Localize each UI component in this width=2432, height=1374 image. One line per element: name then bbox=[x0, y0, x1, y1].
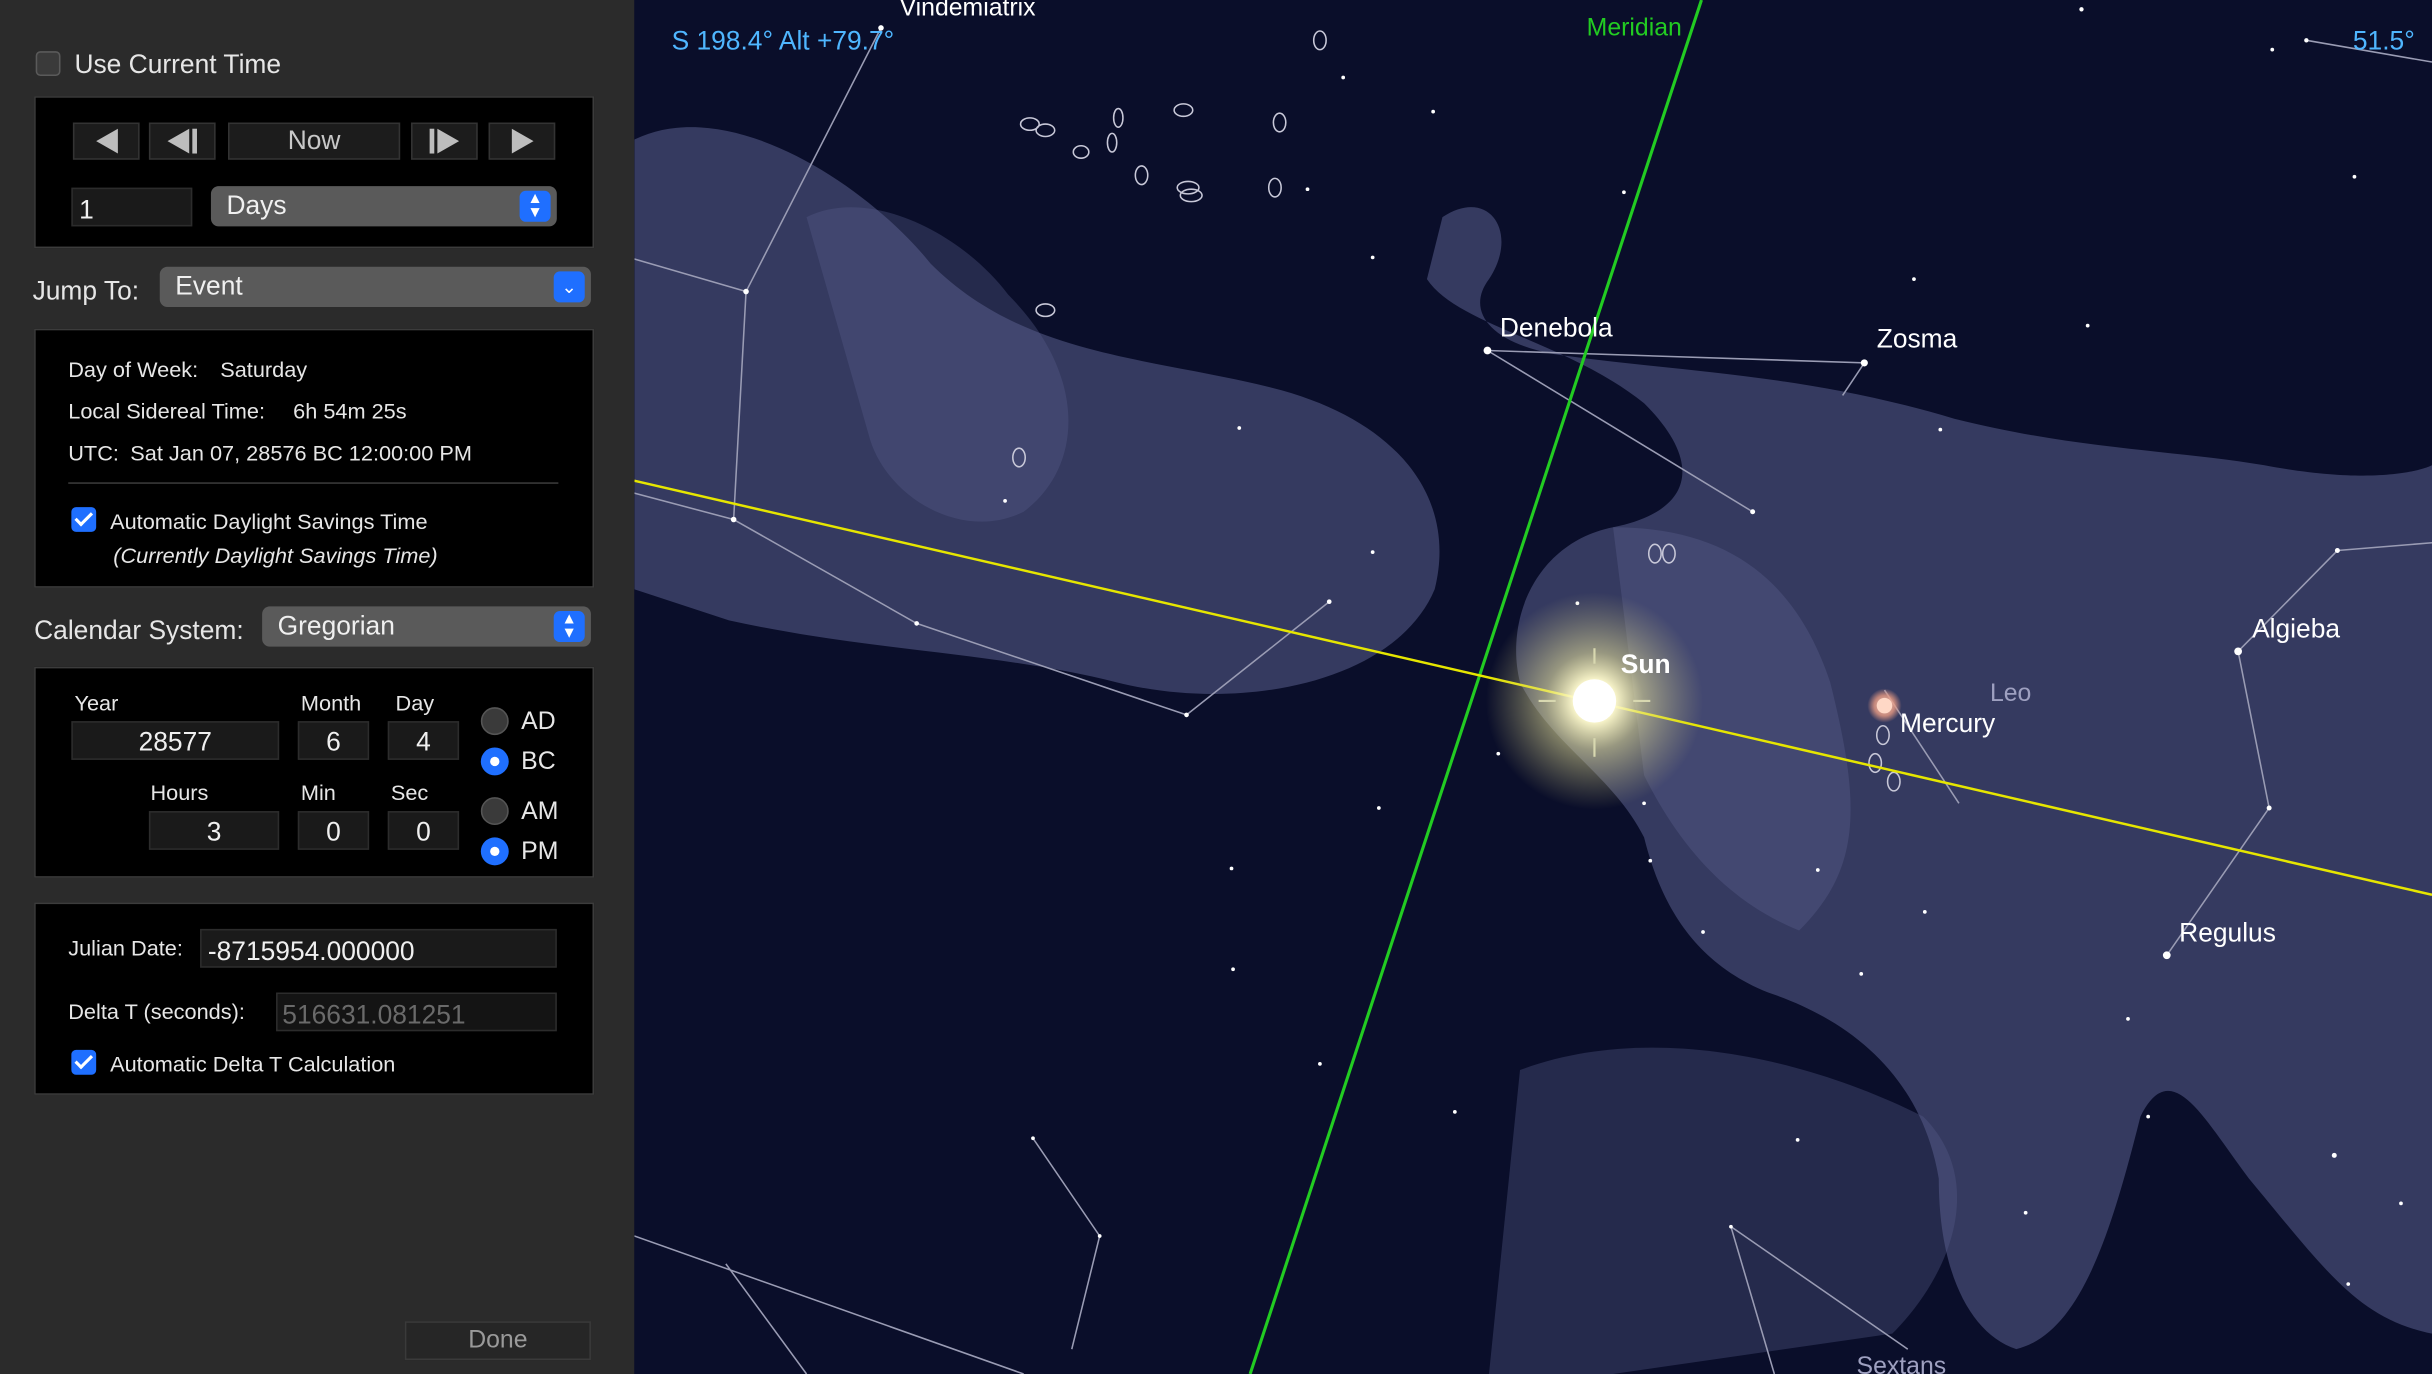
use-current-time-checkbox[interactable] bbox=[35, 51, 61, 76]
am-radio[interactable] bbox=[480, 797, 509, 826]
pm-radio[interactable] bbox=[480, 837, 509, 866]
julian-date-box: Julian Date: -8715954.000000 Delta T (se… bbox=[34, 902, 595, 1095]
star-label-vindemiatrix: Vindemiatrix bbox=[900, 0, 1037, 22]
view-coordinates: S 198.4° Alt +79.7° bbox=[672, 26, 895, 56]
jump-to-value: Event bbox=[175, 271, 243, 301]
step-back-icon bbox=[167, 128, 190, 154]
sky-view[interactable]: S 198.4° Alt +79.7° 51.5° Meridian Vinde… bbox=[634, 0, 2432, 1374]
step-back-one-button[interactable] bbox=[148, 122, 216, 160]
hours-input[interactable]: 3 bbox=[148, 811, 280, 850]
day-of-week-value: Saturday bbox=[220, 356, 308, 382]
field-of-view: 51.5° bbox=[2353, 26, 2415, 56]
jump-to-select[interactable]: Event ⌄ bbox=[159, 266, 591, 308]
step-forward-button[interactable] bbox=[488, 122, 556, 160]
constellation-label-sextans: Sextans bbox=[1857, 1353, 1947, 1374]
star-label-regulus: Regulus bbox=[2179, 917, 2276, 947]
min-label: Min bbox=[300, 780, 336, 805]
month-label: Month bbox=[300, 690, 362, 715]
sec-label: Sec bbox=[390, 780, 429, 805]
auto-delta-t-label: Automatic Delta T Calculation bbox=[110, 1051, 396, 1077]
julian-date-label: Julian Date: bbox=[68, 935, 183, 960]
up-down-chevron-icon: ▲ ▼ bbox=[553, 611, 585, 643]
step-forward-one-button[interactable] bbox=[411, 122, 478, 160]
play-icon bbox=[511, 128, 533, 154]
constellation-label-leo: Leo bbox=[1990, 680, 2031, 707]
time-info-box: Day of Week: Saturday Local Sidereal Tim… bbox=[34, 328, 595, 588]
sidereal-time-value: 6h 54m 25s bbox=[293, 398, 407, 424]
year-label: Year bbox=[74, 690, 119, 715]
now-button[interactable]: Now bbox=[228, 122, 401, 160]
auto-dst-checkbox[interactable] bbox=[71, 507, 97, 532]
ad-radio[interactable] bbox=[480, 707, 509, 736]
date-entry-box: Year Month Day 28577 6 4 Hours Min Sec 3… bbox=[34, 666, 595, 878]
year-input[interactable]: 28577 bbox=[71, 721, 280, 760]
time-panel: Use Current Time Now 1 Days ▲ ▼ Jump To: … bbox=[0, 0, 635, 1374]
pm-label: PM bbox=[521, 838, 559, 866]
utc-label: UTC: bbox=[68, 440, 119, 466]
auto-delta-t-checkbox[interactable] bbox=[71, 1049, 97, 1075]
sky-canvas[interactable]: S 198.4° Alt +79.7° 51.5° Meridian Vinde… bbox=[634, 0, 2432, 1374]
step-back-button[interactable] bbox=[72, 122, 140, 160]
delta-t-input: 516631.081251 bbox=[276, 992, 557, 1032]
use-current-time-label: Use Current Time bbox=[74, 49, 282, 80]
calendar-system-label: Calendar System: bbox=[34, 615, 244, 646]
sun-label: Sun bbox=[1621, 649, 1671, 679]
day-of-week-label: Day of Week: bbox=[68, 356, 199, 382]
delta-t-label: Delta T (seconds): bbox=[68, 998, 245, 1024]
bc-label: BC bbox=[521, 749, 556, 776]
hours-label: Hours bbox=[150, 780, 209, 805]
day-input[interactable]: 4 bbox=[387, 721, 460, 760]
rewind-icon bbox=[95, 128, 118, 154]
day-label: Day bbox=[395, 690, 435, 715]
jump-to-label: Jump To: bbox=[32, 276, 140, 306]
month-input[interactable]: 6 bbox=[297, 721, 370, 760]
step-forward-icon bbox=[437, 128, 460, 154]
step-unit-select[interactable]: Days ▲ ▼ bbox=[210, 186, 557, 227]
star-label-denebola: Denebola bbox=[1500, 313, 1613, 343]
sidereal-time-label: Local Sidereal Time: bbox=[68, 398, 265, 424]
bc-radio[interactable] bbox=[480, 747, 509, 776]
star-label-zosma: Zosma bbox=[1877, 323, 1958, 353]
am-label: AM bbox=[521, 798, 559, 826]
sun[interactable] bbox=[1485, 592, 1704, 810]
mercury-label: Mercury bbox=[1900, 708, 1996, 738]
divider bbox=[68, 482, 559, 484]
done-button[interactable]: Done bbox=[404, 1321, 591, 1361]
up-down-chevron-icon: ▲ ▼ bbox=[519, 190, 551, 222]
dst-note: (Currently Daylight Savings Time) bbox=[113, 542, 438, 568]
utc-value: Sat Jan 07, 28576 BC 12:00:00 PM bbox=[130, 440, 472, 466]
chevron-down-icon: ⌄ bbox=[553, 271, 585, 303]
julian-date-input[interactable]: -8715954.000000 bbox=[200, 928, 557, 968]
sec-input[interactable]: 0 bbox=[387, 811, 460, 850]
step-amount-input[interactable]: 1 bbox=[71, 187, 193, 227]
auto-dst-label: Automatic Daylight Savings Time bbox=[110, 508, 428, 534]
star-label-algieba: Algieba bbox=[2252, 613, 2340, 643]
calendar-system-select[interactable]: Gregorian ▲ ▼ bbox=[262, 606, 591, 647]
meridian-label: Meridian bbox=[1587, 15, 1682, 42]
mercury[interactable] bbox=[1867, 688, 1902, 723]
min-input[interactable]: 0 bbox=[297, 811, 370, 850]
calendar-system-value: Gregorian bbox=[277, 611, 395, 641]
time-step-box: Now 1 Days ▲ ▼ bbox=[34, 96, 595, 249]
step-unit-value: Days bbox=[226, 190, 287, 221]
ad-label: AD bbox=[521, 708, 556, 736]
